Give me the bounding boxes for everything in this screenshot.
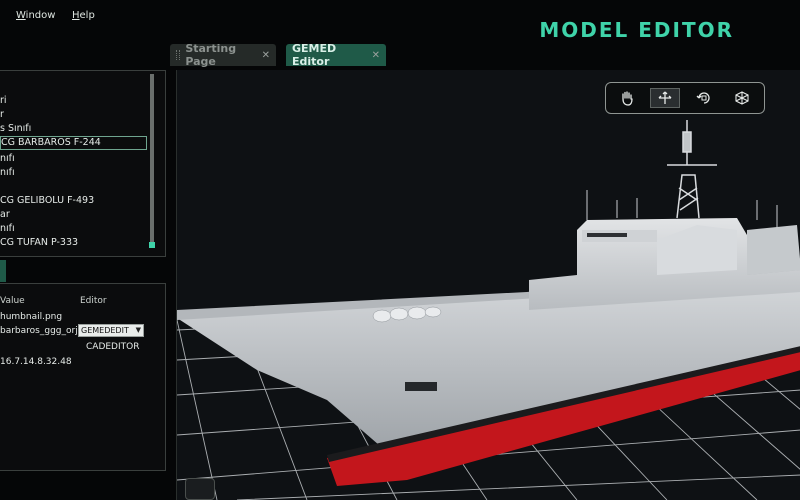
ship-mast <box>667 120 717 219</box>
property-value: barbaros_ggg_orj... <box>0 326 87 336</box>
scale-cube-icon <box>735 91 749 105</box>
column-header-value: Value <box>0 296 25 306</box>
tree-item[interactable]: ri <box>0 95 7 106</box>
tree-item[interactable]: nıfı <box>0 153 15 164</box>
hull-port <box>405 382 437 391</box>
property-value: humbnail.png <box>0 312 63 322</box>
tree-item-selected[interactable]: CG BARBAROS F-244 <box>0 136 147 150</box>
tree-scrollbar-thumb[interactable] <box>150 74 154 248</box>
view-cube-button[interactable] <box>185 478 215 500</box>
rotate-icon <box>696 92 710 104</box>
tree-item[interactable]: r <box>0 109 4 120</box>
close-icon[interactable]: ✕ <box>372 50 380 61</box>
editor-select[interactable]: GEMEDEDIT ▼ <box>78 324 144 337</box>
editor-option[interactable]: CADEDITOR <box>86 342 139 352</box>
ship-scene <box>177 120 800 500</box>
tree-item[interactable]: ar <box>0 209 10 220</box>
tab-starting-page[interactable]: Starting Page ✕ <box>170 42 276 68</box>
tree-item[interactable]: CG GELIBOLU F-493 <box>0 195 94 206</box>
tree-scrollbar-end[interactable] <box>149 242 155 248</box>
model-tree-panel <box>0 70 166 257</box>
tree-item[interactable]: nıfı <box>0 167 15 178</box>
chevron-down-icon: ▼ <box>135 326 141 334</box>
pan-tool-button[interactable] <box>612 88 642 108</box>
close-icon[interactable]: ✕ <box>262 50 270 61</box>
menu-help[interactable]: Help <box>72 10 95 21</box>
rotate-tool-button[interactable] <box>689 88 719 108</box>
tree-item[interactable]: s Sınıfı <box>0 123 31 134</box>
tab-label: GEMED Editor <box>292 42 337 68</box>
tab-grip-icon <box>176 50 181 60</box>
3d-viewport[interactable] <box>176 70 800 500</box>
properties-tab[interactable] <box>0 260 6 282</box>
tab-gemed-editor[interactable]: GEMED Editor ✕ <box>286 42 386 68</box>
property-value: 16.7.14.8.32.48 <box>0 357 72 367</box>
menu-window[interactable]: Window <box>16 10 55 21</box>
app-title: MODEL EDITOR <box>539 18 734 42</box>
move-arrows-icon <box>658 91 672 104</box>
scale-tool-button[interactable] <box>727 88 757 108</box>
move-tool-button[interactable] <box>650 88 680 108</box>
tree-item[interactable]: nıfı <box>0 223 15 234</box>
tab-label: Starting Page <box>185 42 237 68</box>
column-header-editor: Editor <box>80 296 107 306</box>
pan-hand-icon <box>622 91 633 106</box>
tree-item[interactable]: CG TUFAN P-333 <box>0 237 78 248</box>
